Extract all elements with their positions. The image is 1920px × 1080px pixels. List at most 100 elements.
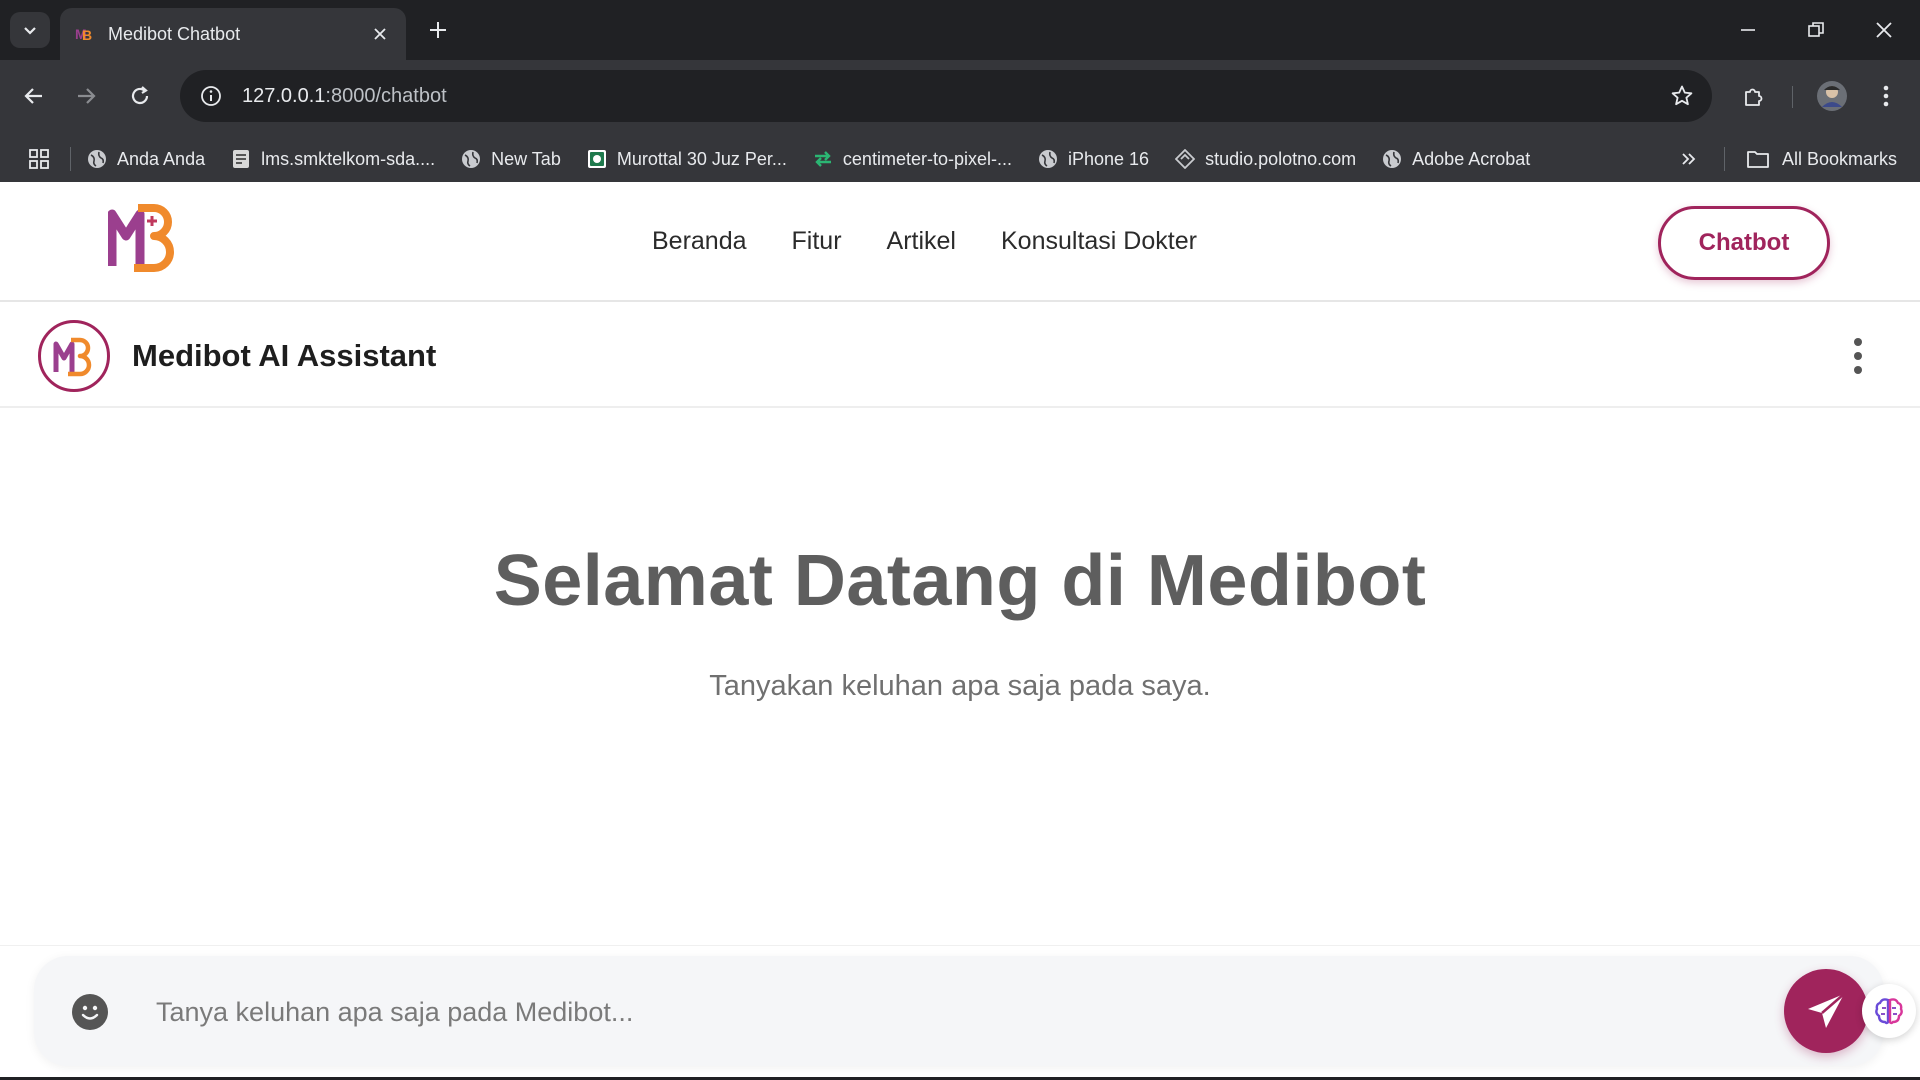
minimize-button[interactable] <box>1724 10 1772 50</box>
medibot-logo[interactable] <box>108 200 178 274</box>
bookmark-label: Adobe Acrobat <box>1412 148 1531 169</box>
green-badge-icon <box>587 150 606 168</box>
bookmark-item[interactable]: studio.polotno.com <box>1175 149 1356 170</box>
info-icon <box>201 86 221 106</box>
minimize-icon <box>1741 29 1755 31</box>
profile-avatar-button[interactable] <box>1812 76 1852 116</box>
reload-icon <box>131 86 149 105</box>
bookmark-item[interactable]: iPhone 16 <box>1038 149 1149 170</box>
site-navbar: Beranda Fitur Artikel Konsultasi Dokter … <box>0 182 1920 302</box>
back-button[interactable] <box>14 76 54 116</box>
arrow-left-icon <box>24 88 42 104</box>
nav-artikel[interactable]: Artikel <box>887 227 956 256</box>
page-icon <box>233 150 250 168</box>
toolbar-divider <box>1792 86 1793 108</box>
restore-button[interactable] <box>1792 10 1840 50</box>
send-button[interactable] <box>1784 969 1868 1053</box>
brain-icon <box>1875 998 1903 1025</box>
chat-message-input[interactable] <box>156 982 1756 1042</box>
all-bookmarks-button[interactable]: All Bookmarks <box>1746 134 1897 184</box>
chatbot-button[interactable]: Chatbot <box>1658 206 1830 280</box>
emoji-button[interactable] <box>72 994 108 1030</box>
url-host: 127.0.0.1 <box>242 84 326 107</box>
send-paper-plane-icon <box>1808 993 1845 1028</box>
url-text[interactable]: 127.0.0.1:8000/chatbot <box>242 85 1662 108</box>
nav-fitur[interactable]: Fitur <box>792 227 842 256</box>
kebab-dot <box>1854 352 1862 360</box>
bookmark-label: Anda Anda <box>117 148 206 169</box>
assistant-avatar <box>38 320 110 392</box>
welcome-subtitle: Tanyakan keluhan apa saja pada saya. <box>709 670 1211 702</box>
extensions-button[interactable] <box>1734 76 1774 116</box>
close-icon <box>374 28 386 40</box>
browser-tab-bar: M B Medibot Chatbot <box>0 0 1920 60</box>
chat-input-bar <box>34 956 1884 1066</box>
apps-button[interactable] <box>22 142 56 176</box>
smiley-icon <box>81 1005 99 1020</box>
bookmarks-bar: Anda Anda lms.smktelkom-sda.... New Tab … <box>0 134 1920 184</box>
ai-assistant-button[interactable] <box>1862 984 1916 1038</box>
more-bookmarks-button[interactable] <box>1672 142 1706 176</box>
apps-grid-icon <box>29 149 49 169</box>
bookmark-item[interactable]: Adobe Acrobat <box>1382 149 1530 170</box>
nav-beranda[interactable]: Beranda <box>652 227 747 256</box>
forward-button[interactable] <box>66 76 106 116</box>
assistant-name: Medibot AI Assistant <box>132 338 437 373</box>
new-tab-button[interactable] <box>422 14 454 46</box>
url-path: :8000/chatbot <box>325 84 447 107</box>
bookmark-label: New Tab <box>491 148 561 169</box>
folder-icon <box>1747 151 1769 168</box>
bookmark-item[interactable]: centimeter-to-pixel-... <box>813 149 1012 170</box>
browser-menu-button[interactable] <box>1866 76 1906 116</box>
address-bar[interactable]: 127.0.0.1:8000/chatbot <box>180 70 1712 122</box>
chat-header: Medibot AI Assistant <box>0 304 1920 408</box>
bookmark-item[interactable]: New Tab <box>461 149 561 170</box>
globe-icon <box>88 150 106 168</box>
plus-icon <box>430 22 446 38</box>
globe-icon <box>1383 150 1402 168</box>
puzzle-icon <box>1745 88 1763 106</box>
medibot-favicon-icon: M B <box>75 26 92 43</box>
chat-options-button[interactable] <box>1850 334 1866 378</box>
active-tab[interactable]: M B Medibot Chatbot <box>60 8 406 60</box>
profile-avatar-icon <box>1817 81 1847 111</box>
bookmark-label: Murottal 30 Juz Per... <box>616 148 787 169</box>
chat-input-area <box>0 945 1920 1080</box>
close-window-button[interactable] <box>1860 10 1908 50</box>
bookmarks-divider <box>1724 147 1725 171</box>
star-icon <box>1671 85 1693 106</box>
more-vertical-icon <box>1854 338 1862 346</box>
arrows-icon <box>814 151 831 167</box>
medibot-logo-icon <box>53 337 92 377</box>
restore-icon <box>1808 22 1824 37</box>
polotno-icon <box>1175 149 1196 169</box>
bookmark-star-button[interactable] <box>1662 76 1702 116</box>
bookmark-label: centimeter-to-pixel-... <box>842 148 1012 169</box>
bookmark-label: iPhone 16 <box>1067 148 1150 169</box>
reload-button[interactable] <box>120 76 160 116</box>
tab-close-button[interactable] <box>368 22 392 46</box>
site-info-button[interactable] <box>194 79 228 113</box>
bookmark-item[interactable]: lms.smktelkom-sda.... <box>231 149 435 170</box>
chevron-double-right-icon <box>1682 153 1696 165</box>
bookmark-label: lms.smktelkom-sda.... <box>261 148 436 169</box>
arrow-right-icon <box>78 88 96 104</box>
more-vertical-icon <box>1883 85 1889 107</box>
chevron-down-icon <box>24 27 36 35</box>
globe-icon <box>1038 150 1057 168</box>
tab-title: Medibot Chatbot <box>108 23 241 44</box>
close-icon <box>1876 22 1892 38</box>
kebab-dot <box>1854 366 1862 374</box>
bookmarks-divider <box>70 147 71 171</box>
bookmark-item[interactable]: Murottal 30 Juz Per... <box>587 149 787 170</box>
welcome-title: Selamat Datang di Medibot <box>493 541 1427 621</box>
all-bookmarks-label: All Bookmarks <box>1782 148 1898 169</box>
bookmark-item[interactable]: Anda Anda <box>87 149 205 170</box>
main-nav: Beranda Fitur Artikel Konsultasi Dokter <box>652 227 1242 256</box>
browser-toolbar: 127.0.0.1:8000/chatbot Anda Anda lms.smk… <box>0 60 1920 188</box>
tab-search-button[interactable] <box>10 12 50 48</box>
globe-icon <box>462 150 481 168</box>
welcome-section: Selamat Datang di Medibot Tanyakan keluh… <box>0 540 1920 703</box>
svg-text:B: B <box>82 27 92 43</box>
nav-konsultasi-dokter[interactable]: Konsultasi Dokter <box>1001 227 1197 256</box>
